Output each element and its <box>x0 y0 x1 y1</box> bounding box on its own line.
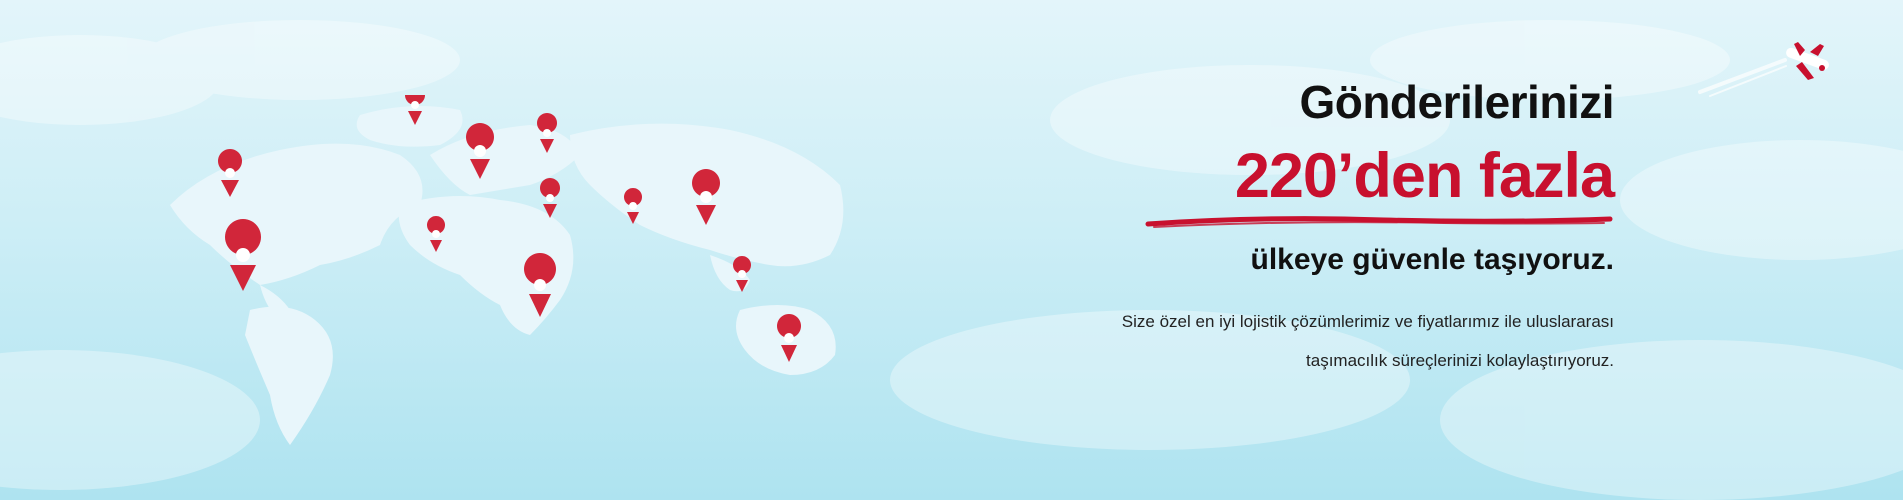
hero-heading-line1: Gönderilerinizi <box>1299 76 1614 128</box>
hero-paragraph-line1: Size özel en iyi lojistik çözümlerimiz v… <box>1121 312 1614 331</box>
world-map <box>170 95 844 445</box>
continent-north-america <box>170 143 423 285</box>
airplane-icon <box>1698 42 1829 97</box>
hero-copy: Gönderilerinizi 220’den fazla ülkeye güv… <box>994 74 1615 380</box>
highlight-underline <box>1145 216 1613 228</box>
hero-heading-line3: ülkeye güvenle taşıyoruz. <box>1250 243 1614 276</box>
continent-south-america <box>245 306 333 445</box>
hero-banner: Gönderilerinizi 220’den fazla ülkeye güv… <box>0 0 1903 500</box>
hero-heading-highlight: 220’den fazla <box>1234 141 1615 211</box>
hero-paragraph-line2: taşımacılık süreçlerinizi kolaylaştırıyo… <box>1306 351 1614 370</box>
hero-paragraph: Size özel en iyi lojistik çözümlerimiz v… <box>994 302 1614 380</box>
